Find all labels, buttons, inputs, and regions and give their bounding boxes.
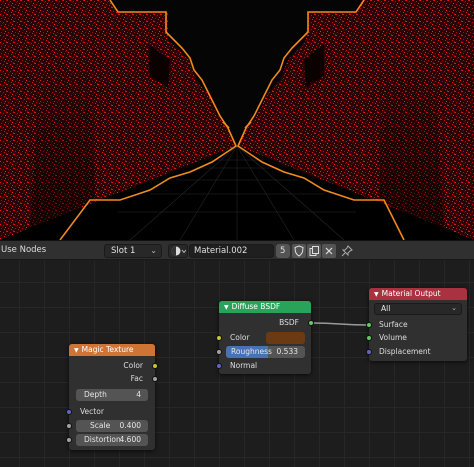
normal-label: Normal bbox=[230, 361, 258, 370]
fac-output-socket[interactable] bbox=[152, 376, 158, 382]
distortion-input-socket[interactable] bbox=[66, 437, 72, 443]
color-input-row: Color bbox=[216, 332, 311, 344]
color-label: Color bbox=[230, 333, 250, 342]
unlink-x-icon bbox=[325, 247, 333, 255]
displacement-input-socket[interactable] bbox=[366, 349, 372, 355]
duplicate-material-button[interactable] bbox=[307, 244, 321, 258]
chevron-down-icon: ⌄ bbox=[451, 304, 457, 312]
distortion-value: 4.600 bbox=[119, 435, 141, 444]
magic-texture-node[interactable]: ▼ Magic Texture Color Fac Depth 4 Vector … bbox=[66, 344, 158, 450]
corridor-render bbox=[0, 0, 474, 240]
roughness-value: 0.533 bbox=[276, 347, 298, 356]
material-name-field[interactable]: Material.002 bbox=[189, 244, 274, 258]
distortion-field[interactable]: Distortion 4.600 bbox=[76, 434, 148, 446]
use-nodes-toggle[interactable]: Use Nodes bbox=[1, 245, 46, 255]
node-editor-canvas[interactable]: ▼ Magic Texture Color Fac Depth 4 Vector … bbox=[0, 261, 474, 467]
color-swatch[interactable] bbox=[266, 332, 305, 344]
target-value: All bbox=[381, 304, 391, 313]
surface-input-socket[interactable] bbox=[366, 322, 372, 328]
roughness-input-socket[interactable] bbox=[216, 349, 222, 355]
material-output-header[interactable]: ▼ Material Output bbox=[369, 288, 467, 300]
diffuse-bsdf-header[interactable]: ▼ Diffuse BSDF bbox=[219, 301, 311, 313]
collapse-triangle-icon[interactable]: ▼ bbox=[74, 347, 79, 354]
material-name: Material.002 bbox=[194, 246, 248, 256]
scale-input-socket[interactable] bbox=[66, 423, 72, 429]
output-color-label: Color bbox=[123, 361, 143, 370]
roughness-label: Roughness bbox=[231, 347, 272, 356]
surface-label: Surface bbox=[379, 320, 408, 329]
roughness-slider[interactable]: Roughness 0.533 bbox=[226, 346, 305, 358]
normal-input-socket[interactable] bbox=[216, 363, 222, 369]
node-editor-header: Use Nodes Slot 1 ⌄ Material.002 5 bbox=[0, 240, 474, 260]
depth-value: 4 bbox=[136, 390, 141, 399]
surface-input-row: Surface bbox=[366, 319, 467, 331]
output-color-row: Color bbox=[69, 360, 158, 372]
collapse-triangle-icon[interactable]: ▼ bbox=[224, 304, 229, 311]
scale-value: 0.400 bbox=[119, 421, 141, 430]
duplicate-icon bbox=[309, 246, 319, 256]
slot-label: Slot 1 bbox=[111, 246, 136, 256]
pin-icon bbox=[341, 245, 353, 257]
scale-field[interactable]: Scale 0.400 bbox=[76, 420, 148, 432]
color-output-socket[interactable] bbox=[152, 363, 158, 369]
magic-texture-header[interactable]: ▼ Magic Texture bbox=[69, 344, 155, 356]
volume-label: Volume bbox=[379, 333, 407, 342]
displacement-input-row: Displacement bbox=[366, 346, 467, 358]
material-browse-button[interactable] bbox=[168, 244, 188, 258]
vector-input-socket[interactable] bbox=[66, 409, 72, 415]
bsdf-output-socket[interactable] bbox=[308, 320, 314, 326]
vector-label: Vector bbox=[80, 407, 104, 416]
bsdf-to-surface-link bbox=[311, 322, 369, 326]
color-input-socket[interactable] bbox=[216, 335, 222, 341]
output-fac-row: Fac bbox=[69, 373, 158, 385]
bsdf-output-label: BSDF bbox=[279, 318, 299, 327]
node-title: Material Output bbox=[381, 289, 441, 298]
fake-user-button[interactable] bbox=[292, 244, 306, 258]
vector-input-row: Vector bbox=[66, 406, 155, 418]
user-count: 5 bbox=[280, 246, 286, 256]
normal-input-row: Normal bbox=[216, 360, 311, 372]
scale-label: Scale bbox=[90, 421, 111, 430]
target-dropdown[interactable]: All ⌄ bbox=[374, 303, 462, 315]
depth-label: Depth bbox=[84, 390, 107, 399]
material-sphere-icon bbox=[171, 246, 186, 256]
unlink-material-button[interactable] bbox=[322, 244, 336, 258]
depth-field[interactable]: Depth 4 bbox=[76, 389, 148, 401]
node-title: Diffuse BSDF bbox=[231, 302, 281, 311]
fake-user-shield-icon bbox=[294, 245, 304, 257]
volume-input-socket[interactable] bbox=[366, 335, 372, 341]
material-output-node[interactable]: ▼ Material Output All ⌄ Surface Volume Di… bbox=[366, 288, 467, 361]
node-title: Magic Texture bbox=[81, 345, 134, 354]
slot-dropdown[interactable]: Slot 1 ⌄ bbox=[104, 244, 162, 258]
chevron-down-icon: ⌄ bbox=[150, 246, 157, 255]
displacement-label: Displacement bbox=[379, 347, 431, 356]
diffuse-bsdf-node[interactable]: ▼ Diffuse BSDF BSDF Color Roughness 0.533… bbox=[216, 301, 314, 374]
distortion-label: Distortion bbox=[84, 435, 121, 444]
output-fac-label: Fac bbox=[130, 374, 143, 383]
bsdf-output-row: BSDF bbox=[219, 317, 314, 329]
user-count-button[interactable]: 5 bbox=[276, 244, 290, 258]
collapse-triangle-icon[interactable]: ▼ bbox=[374, 291, 379, 298]
render-viewport[interactable] bbox=[0, 0, 474, 240]
pin-button[interactable] bbox=[340, 244, 354, 258]
volume-input-row: Volume bbox=[366, 332, 467, 344]
